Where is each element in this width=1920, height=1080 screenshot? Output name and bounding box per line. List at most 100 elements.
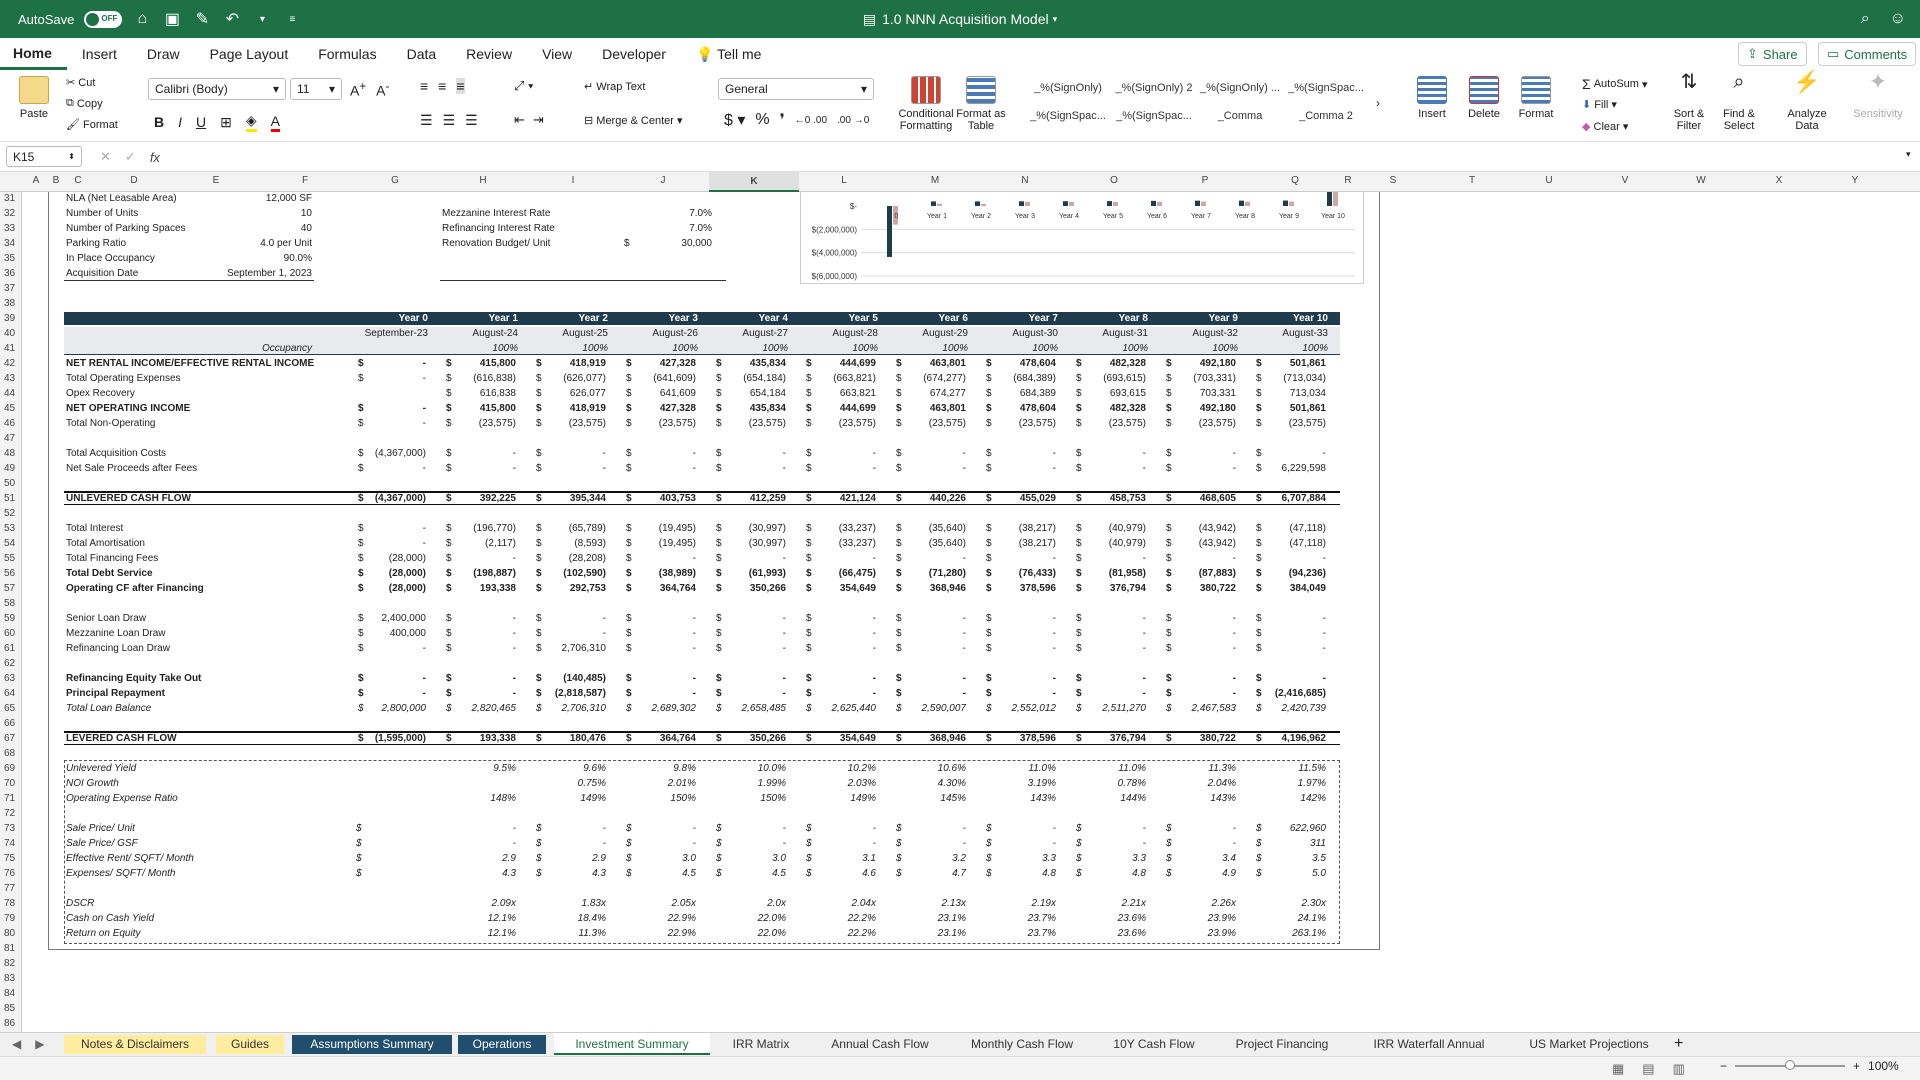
chevron-down-icon[interactable]: ▾ — [252, 14, 272, 25]
conditional-formatting-button[interactable]: Conditional Formatting — [896, 76, 956, 132]
tab-insert[interactable]: Insert — [67, 38, 132, 70]
save-icon[interactable]: ▣ — [162, 9, 182, 29]
column-header-t[interactable]: T — [1466, 175, 1478, 186]
row-header[interactable]: 37 — [0, 283, 20, 294]
row-header[interactable]: 84 — [0, 988, 20, 999]
column-header-j[interactable]: J — [657, 175, 669, 186]
sheet-tab-us-market-projections[interactable]: US Market Projections — [1512, 1033, 1666, 1055]
row-header[interactable]: 66 — [0, 718, 20, 729]
currency-icon[interactable]: $ ▾ — [724, 110, 745, 130]
row-header[interactable]: 55 — [0, 553, 20, 564]
column-header-o[interactable]: O — [1108, 175, 1120, 186]
column-header-i[interactable]: I — [567, 175, 579, 186]
style-8[interactable]: _Comma 2 — [1284, 110, 1368, 122]
row-header[interactable]: 49 — [0, 463, 20, 474]
tab-draw[interactable]: Draw — [132, 38, 195, 70]
column-header-s[interactable]: S — [1387, 175, 1399, 186]
style-3[interactable]: _%(SignOnly) ... — [1198, 82, 1282, 94]
row-header[interactable]: 34 — [0, 238, 20, 249]
find-select-button[interactable]: ⌕ Find & Select — [1716, 72, 1762, 132]
sort-filter-button[interactable]: ⇅ Sort & Filter — [1666, 72, 1712, 132]
row-header[interactable]: 81 — [0, 943, 20, 954]
column-header-n[interactable]: N — [1019, 175, 1031, 186]
row-header[interactable]: 65 — [0, 703, 20, 714]
paste-button[interactable]: Paste — [10, 76, 58, 120]
font-color-icon[interactable]: A — [270, 113, 280, 132]
column-header-k[interactable]: K — [709, 172, 799, 192]
column-header-p[interactable]: P — [1199, 175, 1211, 186]
row-header[interactable]: 69 — [0, 763, 20, 774]
tab-review[interactable]: Review — [451, 38, 527, 70]
italic-icon[interactable]: I — [178, 114, 182, 130]
row-header[interactable]: 46 — [0, 418, 20, 429]
sheet-tab-10y-cash-flow[interactable]: 10Y Cash Flow — [1098, 1033, 1210, 1055]
style-6[interactable]: _%(SignSpac... — [1112, 110, 1196, 122]
page-break-view-icon[interactable]: ▥ — [1673, 1061, 1685, 1077]
bar-unlevered-4[interactable] — [1063, 201, 1068, 206]
bar-levered-5[interactable] — [1113, 201, 1118, 206]
row-header[interactable]: 80 — [0, 928, 20, 939]
next-sheet-icon[interactable]: ▶ — [35, 1037, 44, 1051]
column-header-f[interactable]: F — [299, 175, 311, 186]
bar-unlevered-9[interactable] — [1283, 200, 1288, 206]
merge-center-button[interactable]: ⊟ Merge & Center ▾ — [584, 114, 683, 128]
tab-formulas[interactable]: Formulas — [303, 38, 391, 70]
zoom-thumb[interactable] — [1785, 1060, 1796, 1070]
row-header[interactable]: 59 — [0, 613, 20, 624]
align-middle-icon[interactable]: ≡ — [438, 78, 446, 94]
row-header[interactable]: 86 — [0, 1018, 20, 1029]
bar-unlevered-7[interactable] — [1195, 200, 1200, 206]
sheet-tab-notes-disclaimers[interactable]: Notes & Disclaimers — [64, 1035, 206, 1054]
row-header[interactable]: 33 — [0, 223, 20, 234]
bar-levered-6[interactable] — [1157, 201, 1162, 206]
bar-unlevered-1[interactable] — [931, 201, 936, 206]
row-header[interactable]: 51 — [0, 493, 20, 504]
row-header[interactable]: 73 — [0, 823, 20, 834]
column-header-l[interactable]: L — [838, 175, 850, 186]
column-header-b[interactable]: B — [50, 175, 62, 186]
column-header-w[interactable]: W — [1695, 175, 1707, 186]
column-header-a[interactable]: A — [30, 175, 42, 186]
comma-icon[interactable]: ❜ — [780, 110, 785, 130]
column-header-x[interactable]: X — [1773, 175, 1785, 186]
row-header[interactable]: 43 — [0, 373, 20, 384]
row-header[interactable]: 31 — [0, 193, 20, 204]
tab-home[interactable]: Home — [0, 38, 67, 70]
row-header[interactable]: 32 — [0, 208, 20, 219]
sheet-tab-monthly-cash-flow[interactable]: Monthly Cash Flow — [954, 1033, 1090, 1055]
column-header-u[interactable]: U — [1543, 175, 1555, 186]
decrease-indent-icon[interactable]: ⇤ — [514, 112, 525, 128]
row-header[interactable]: 42 — [0, 358, 20, 369]
search-icon[interactable]: ⌕ — [1861, 10, 1870, 28]
account-icon[interactable]: ☺ — [1890, 10, 1906, 28]
row-header[interactable]: 67 — [0, 733, 20, 744]
sheet-tab-investment-summary[interactable]: Investment Summary — [554, 1033, 710, 1055]
fx-icon[interactable]: fx — [150, 150, 160, 165]
sheet-tab-irr-matrix[interactable]: IRR Matrix — [717, 1033, 805, 1055]
column-header-h[interactable]: H — [477, 175, 489, 186]
row-header[interactable]: 62 — [0, 658, 20, 669]
row-header[interactable]: 82 — [0, 958, 20, 969]
style-2[interactable]: _%(SignOnly) 2 — [1112, 82, 1196, 94]
tab-data[interactable]: Data — [392, 38, 452, 70]
row-header[interactable]: 47 — [0, 433, 20, 444]
customize-toolbar-icon[interactable]: ≡ — [282, 14, 302, 25]
borders-icon[interactable]: ⊞ — [220, 114, 232, 131]
sheet-tab-project-financing[interactable]: Project Financing — [1220, 1033, 1344, 1055]
clear-button[interactable]: ◆ Clear ▾ — [1582, 120, 1628, 134]
column-header-y[interactable]: Y — [1849, 175, 1861, 186]
row-header[interactable]: 52 — [0, 508, 20, 519]
zoom-level[interactable]: 100% — [1868, 1059, 1899, 1073]
bar-levered-10[interactable] — [1333, 192, 1338, 206]
format-as-table-button[interactable]: Format as Table — [956, 76, 1006, 132]
increase-font-icon[interactable]: A+ — [350, 80, 366, 99]
prev-sheet-icon[interactable]: ◀ — [12, 1037, 21, 1051]
style-7[interactable]: _Comma — [1198, 110, 1282, 122]
row-header[interactable]: 72 — [0, 808, 20, 819]
row-header[interactable]: 79 — [0, 913, 20, 924]
tab-developer[interactable]: Developer — [587, 38, 681, 70]
tab-view[interactable]: View — [527, 38, 587, 70]
cash-flow-chart[interactable]: $- $(2,000,000) $(4,000,000) $(6,000,000) E … — [800, 192, 1364, 284]
spreadsheet-grid[interactable]: $- $(2,000,000) $(4,000,000) $(6,000,000) E … — [22, 192, 1920, 1032]
row-header[interactable]: 41 — [0, 343, 20, 354]
